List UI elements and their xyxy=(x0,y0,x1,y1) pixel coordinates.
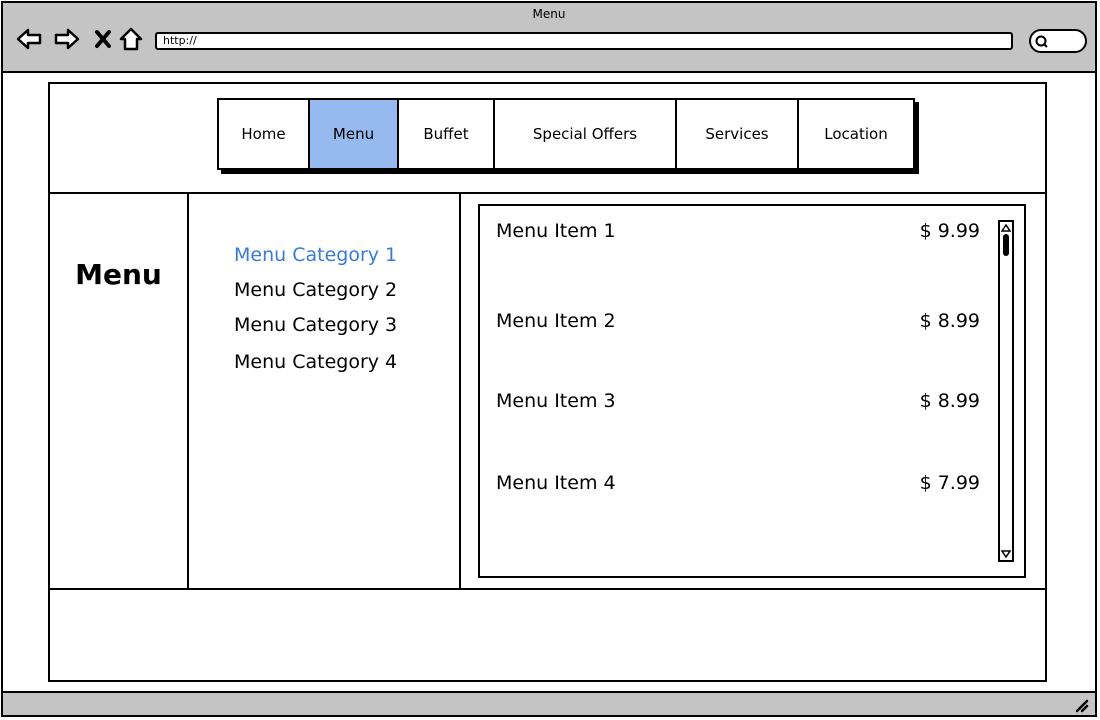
tab-services[interactable]: Services xyxy=(677,100,799,168)
category-link[interactable]: Menu Category 2 xyxy=(234,279,397,301)
category-link[interactable]: Menu Category 1 xyxy=(234,244,397,266)
tab-label: Special Offers xyxy=(532,125,638,143)
scroll-thumb[interactable] xyxy=(1003,234,1009,256)
item-name: Menu Item 1 xyxy=(496,220,616,242)
category-link[interactable]: Menu Category 4 xyxy=(234,351,397,373)
item-name: Menu Item 4 xyxy=(496,472,616,494)
item-price: $ 9.99 xyxy=(919,220,980,242)
tab-home[interactable]: Home xyxy=(219,100,310,168)
forward-icon[interactable] xyxy=(53,25,81,53)
scroll-up-icon[interactable] xyxy=(1001,223,1011,233)
page-content: Home Menu Buffet Special Offers Services… xyxy=(48,82,1047,682)
footer-divider xyxy=(50,588,1045,590)
tab-buffet[interactable]: Buffet xyxy=(399,100,495,168)
header-divider xyxy=(50,192,1045,194)
status-bar xyxy=(3,691,1095,715)
item-price: $ 7.99 xyxy=(919,472,980,494)
close-icon[interactable] xyxy=(89,25,117,53)
column-divider xyxy=(459,192,461,588)
tab-label: Services xyxy=(705,125,769,143)
search-icon xyxy=(1035,35,1048,48)
tab-special-offers[interactable]: Special Offers xyxy=(495,100,677,168)
back-icon[interactable] xyxy=(15,25,43,53)
item-name: Menu Item 3 xyxy=(496,390,616,412)
tab-label: Menu xyxy=(332,125,375,143)
item-price: $ 8.99 xyxy=(919,390,980,412)
category-link[interactable]: Menu Category 3 xyxy=(234,314,397,336)
tab-label: Location xyxy=(824,125,888,143)
menu-items-list: Menu Item 1 $ 9.99 Menu Item 2 $ 8.99 Me… xyxy=(478,204,1026,578)
scroll-down-icon[interactable] xyxy=(1001,549,1011,559)
tab-label: Home xyxy=(241,125,286,143)
column-divider xyxy=(187,192,189,588)
search-field[interactable] xyxy=(1029,29,1087,53)
resize-grip-icon[interactable] xyxy=(1073,697,1089,713)
item-price: $ 8.99 xyxy=(919,310,980,332)
browser-toolbar: Menu http:// xyxy=(3,3,1095,73)
scrollbar[interactable] xyxy=(998,220,1014,562)
main-nav: Home Menu Buffet Special Offers Services… xyxy=(217,98,915,170)
window-title: Menu xyxy=(532,7,566,21)
tab-location[interactable]: Location xyxy=(799,100,913,168)
page-title: Menu xyxy=(75,258,162,291)
item-name: Menu Item 2 xyxy=(496,310,616,332)
url-field[interactable]: http:// xyxy=(155,32,1013,50)
tab-menu[interactable]: Menu xyxy=(310,100,399,168)
home-icon[interactable] xyxy=(117,25,145,53)
tab-label: Buffet xyxy=(423,125,469,143)
